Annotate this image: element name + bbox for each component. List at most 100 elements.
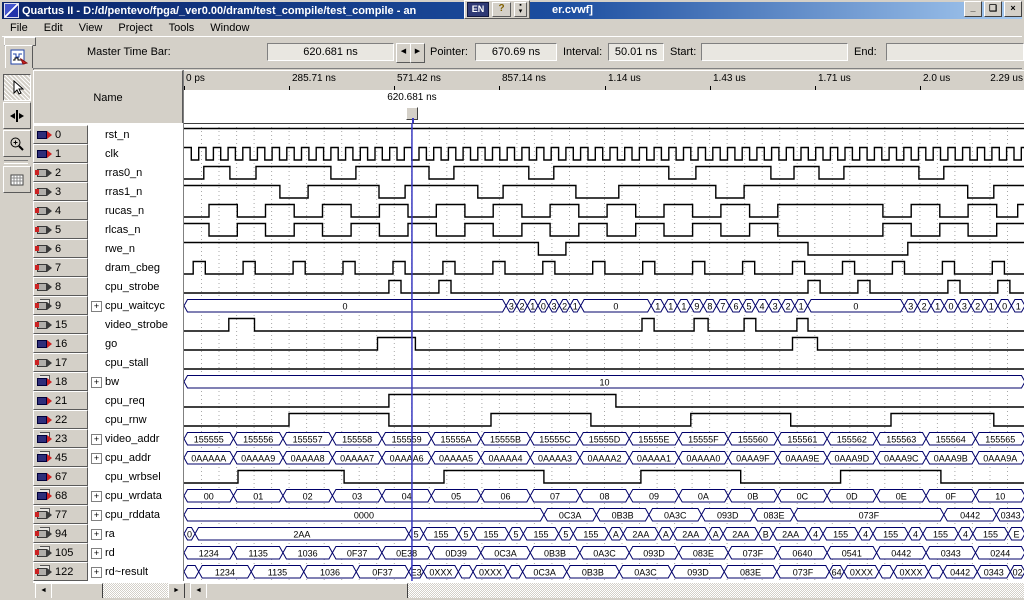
signal-id-button-8[interactable]: 8 [33, 277, 88, 296]
signal-id: 18 [55, 376, 67, 388]
signal-name-cell[interactable]: rwe_n [88, 239, 183, 258]
expand-icon[interactable]: + [91, 434, 102, 445]
signal-id-button-21[interactable]: 21 [33, 391, 88, 410]
output-pin-icon [36, 281, 53, 292]
close-button[interactable]: × [1004, 1, 1022, 17]
signal-name-cell[interactable]: clk [88, 144, 183, 163]
signal-id-button-9[interactable]: 9 [33, 296, 88, 315]
menu-file[interactable]: File [2, 21, 36, 35]
signal-name-cell[interactable]: +ra [88, 524, 183, 543]
signal-name-cell[interactable]: +video_addr [88, 429, 183, 448]
signal-name-cell[interactable]: rlcas_n [88, 220, 183, 239]
signal-id-button-3[interactable]: 3 [33, 182, 88, 201]
signal-name-cell[interactable]: cpu_req [88, 391, 183, 410]
start-field[interactable] [701, 43, 848, 61]
expand-icon[interactable]: + [91, 529, 102, 540]
waveform-canvas[interactable]: 0321032101119876543210321032101101555551… [184, 123, 1024, 583]
signal-name-cell[interactable]: +cpu_waitcyc [88, 296, 183, 315]
signal-id-button-0[interactable]: 0 [33, 125, 88, 144]
signal-name-cell[interactable]: cpu_stall [88, 353, 183, 372]
select-tool-button[interactable] [3, 74, 31, 101]
signal-id-button-5[interactable]: 5 [33, 220, 88, 239]
signal-id-button-7[interactable]: 7 [33, 258, 88, 277]
signal-id-button-17[interactable]: 17 [33, 353, 88, 372]
signal-id-button-77[interactable]: 77 [33, 505, 88, 524]
bus-value: 093D [643, 548, 665, 558]
signal-id-button-15[interactable]: 15 [33, 315, 88, 334]
signal-name-cell[interactable]: cpu_wrbsel [88, 467, 183, 486]
signal-name-cell[interactable]: +rd~result [88, 562, 183, 581]
expand-icon[interactable]: + [91, 491, 102, 502]
language-help-button[interactable]: ? [492, 2, 511, 17]
signal-name-cell[interactable]: go [88, 334, 183, 353]
signal-name-cell[interactable]: +rd [88, 543, 183, 562]
bus-value: 15555F [688, 434, 719, 444]
signal-id-button-22[interactable]: 22 [33, 410, 88, 429]
signal-id-button-45[interactable]: 45 [33, 448, 88, 467]
signal-id-button-4[interactable]: 4 [33, 201, 88, 220]
bus-value: 0AAAAA [191, 453, 226, 463]
menu-view[interactable]: View [71, 21, 111, 35]
signal-name-cell[interactable]: rucas_n [88, 201, 183, 220]
minimize-button[interactable]: _ [964, 1, 982, 17]
waveform-editor-button[interactable] [5, 45, 33, 69]
signal-id-button-94[interactable]: 94 [33, 524, 88, 543]
restore-button[interactable]: ❏ [984, 1, 1002, 17]
bus-value: 0D39 [445, 548, 467, 558]
expand-icon[interactable]: + [91, 377, 102, 388]
signal-name-cell[interactable]: rst_n [88, 125, 183, 144]
bus-value: 155 [933, 529, 948, 539]
master-time-bar-field[interactable]: 620.681 ns [267, 43, 394, 61]
edge-snap-tool-button[interactable] [3, 102, 31, 129]
signal-name-cell[interactable]: +bw [88, 372, 183, 391]
signal-name-cell[interactable]: cpu_strobe [88, 277, 183, 296]
signal-id-button-6[interactable]: 6 [33, 239, 88, 258]
signal-id-button-1[interactable]: 1 [33, 144, 88, 163]
expand-icon[interactable]: + [91, 567, 102, 578]
signal-id: 21 [55, 395, 67, 407]
expand-icon[interactable]: + [91, 510, 102, 521]
signal-id-button-68[interactable]: 68 [33, 486, 88, 505]
bus-value: E [1014, 529, 1020, 539]
language-options-button[interactable]: ▪▾ [514, 2, 527, 17]
expand-icon[interactable]: + [91, 548, 102, 559]
grid-view-button[interactable] [3, 166, 31, 193]
name-panel-hscrollbar[interactable]: ◄► [35, 583, 183, 598]
signal-name-cell[interactable]: cpu_rnw [88, 410, 183, 429]
signal-id: 6 [55, 243, 61, 255]
expand-icon[interactable]: + [91, 453, 102, 464]
signal-id-button-16[interactable]: 16 [33, 334, 88, 353]
master-time-right-arrow[interactable]: ▶ [410, 43, 425, 63]
signal-id-button-23[interactable]: 23 [33, 429, 88, 448]
language-en-badge[interactable]: EN [467, 2, 489, 17]
signal-id-button-18[interactable]: 18 [33, 372, 88, 391]
waveform-pane[interactable]: 0 ps285.71 ns571.42 ns857.14 ns1.14 us1.… [183, 70, 1024, 583]
signal-id-button-105[interactable]: 105 [33, 543, 88, 562]
signal-id-button-122[interactable]: 122 [33, 562, 88, 581]
waveform-hscrollbar[interactable]: ◄ [190, 583, 1024, 598]
signal-name-cell[interactable]: rras0_n [88, 163, 183, 182]
signal-name-cell[interactable]: +cpu_rddata [88, 505, 183, 524]
bus-value: 093D [717, 510, 739, 520]
master-time-left-arrow[interactable]: ◀ [396, 43, 411, 63]
signal-name-panel[interactable]: 0rst_n1clk2rras0_n3rras1_n4rucas_n5rlcas… [33, 123, 183, 583]
expand-icon[interactable]: + [91, 301, 102, 312]
signal-name-cell[interactable]: dram_cbeg [88, 258, 183, 277]
signal-name-label: go [105, 338, 117, 350]
signal-name-cell[interactable]: +cpu_addr [88, 448, 183, 467]
menu-edit[interactable]: Edit [36, 21, 71, 35]
bus-value: 0E [896, 491, 907, 501]
menu-project[interactable]: Project [110, 21, 160, 35]
signal-id-button-2[interactable]: 2 [33, 163, 88, 182]
signal-id-button-67[interactable]: 67 [33, 467, 88, 486]
menu-window[interactable]: Window [202, 21, 257, 35]
menu-tools[interactable]: Tools [161, 21, 203, 35]
time-ruler[interactable]: 0 ps285.71 ns571.42 ns857.14 ns1.14 us1.… [184, 70, 1024, 91]
signal-name-cell[interactable]: video_strobe [88, 315, 183, 334]
signal-name-cell[interactable]: rras1_n [88, 182, 183, 201]
end-field[interactable] [886, 43, 1024, 61]
marker-strip[interactable]: 620.681 ns [184, 90, 1024, 123]
zoom-tool-button[interactable] [3, 130, 31, 157]
output-pin-icon [36, 566, 53, 577]
signal-name-cell[interactable]: +cpu_wrdata [88, 486, 183, 505]
